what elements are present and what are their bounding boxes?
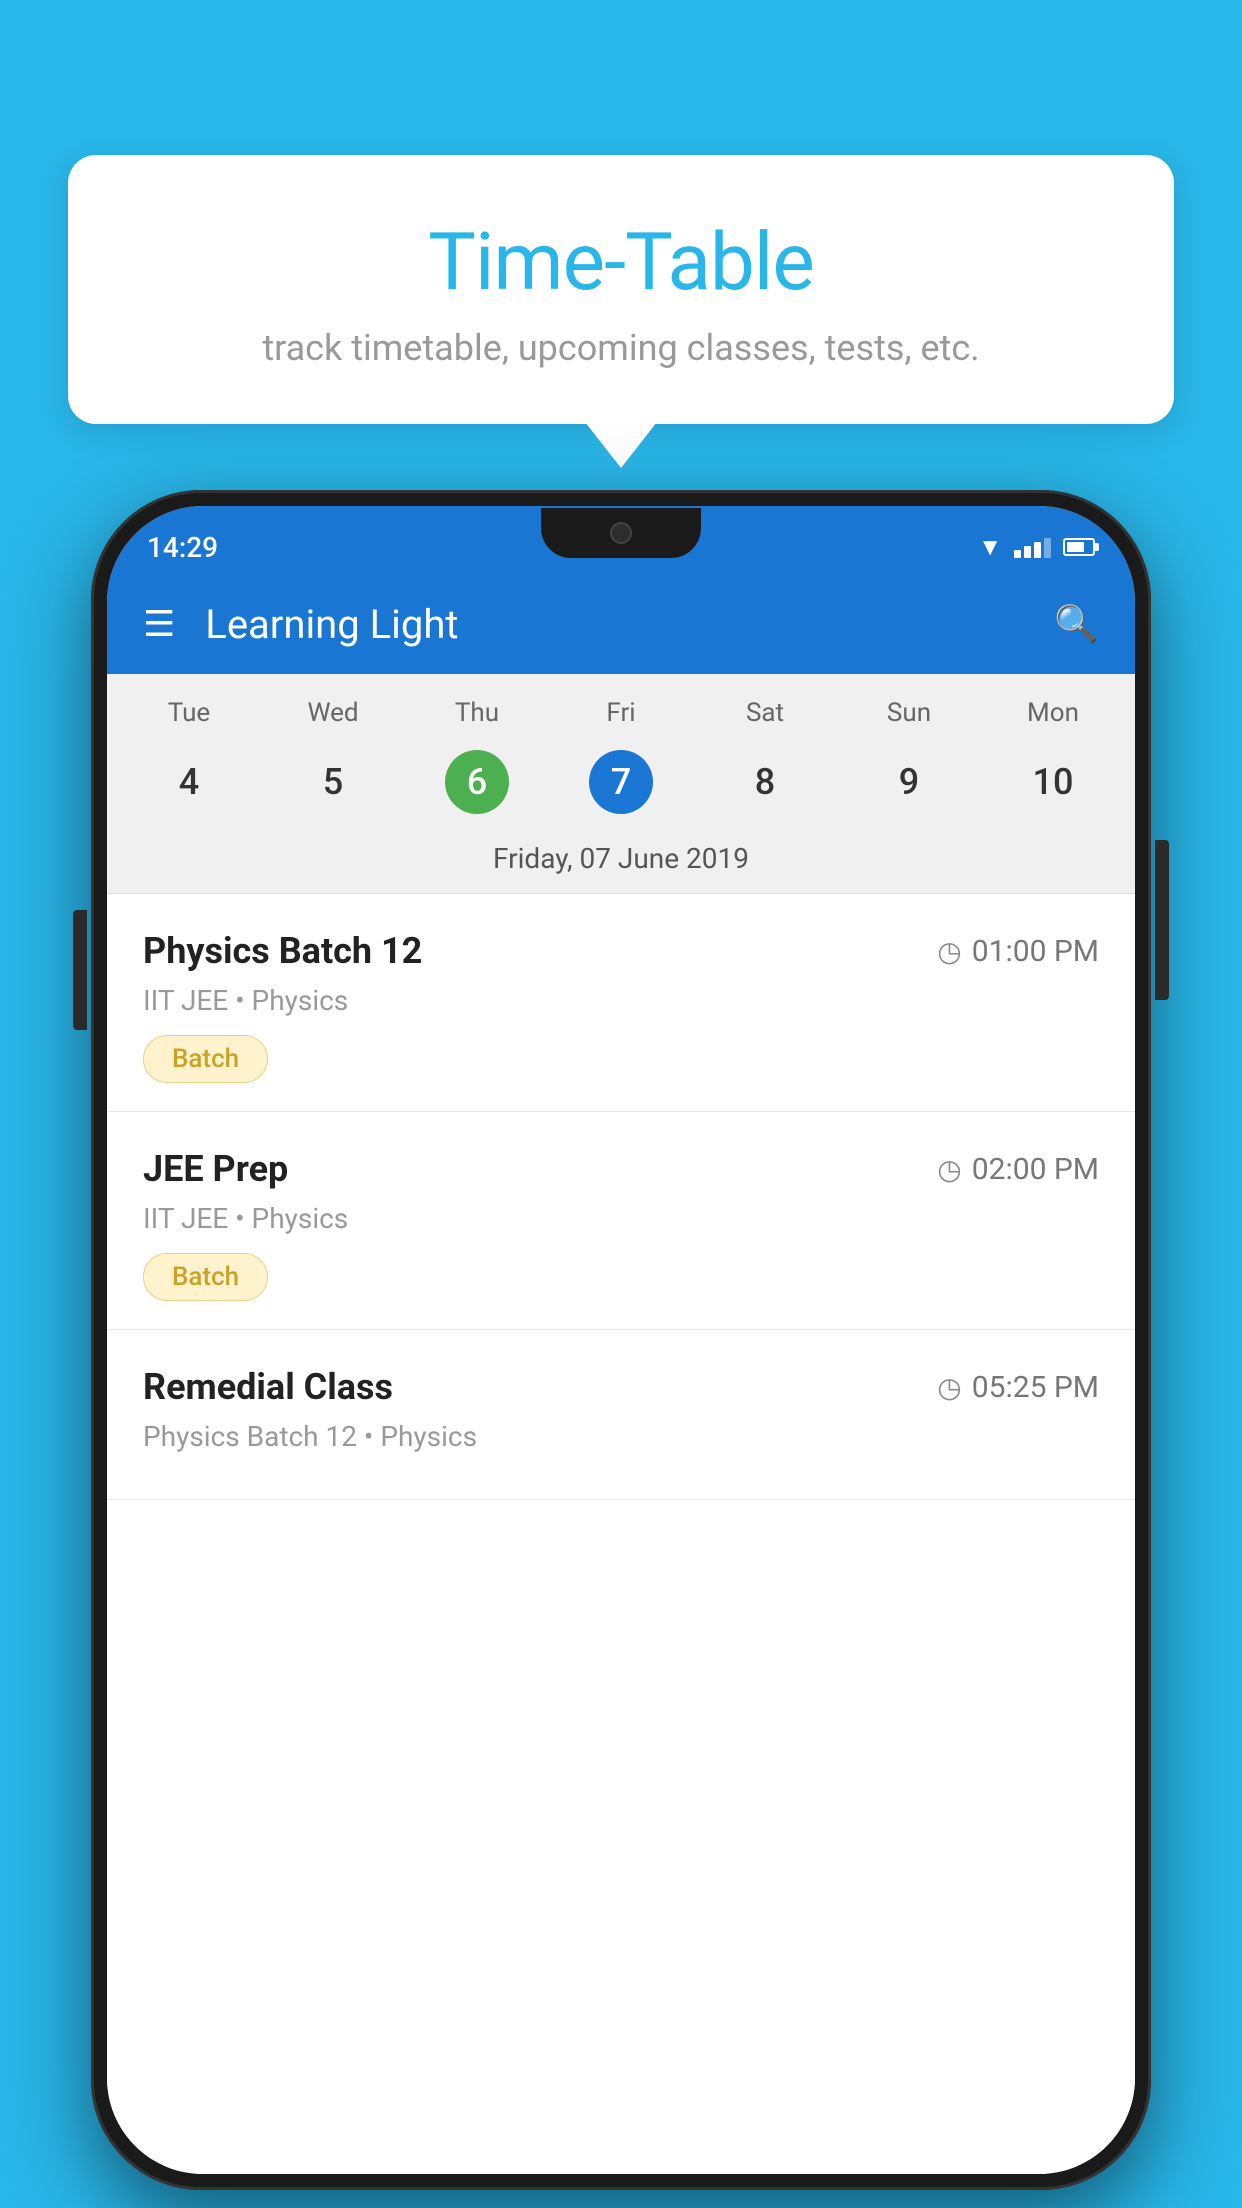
schedule-item-1: Physics Batch 12 ◷ 01:00 PM IIT JEE • Ph… xyxy=(107,894,1135,1112)
schedule-item-3-header: Remedial Class ◷ 05:25 PM xyxy=(143,1366,1099,1408)
schedule-item-2-header: JEE Prep ◷ 02:00 PM xyxy=(143,1148,1099,1190)
days-numbers: 4 5 6 7 8 9 10 xyxy=(107,736,1135,834)
app-title: Learning Light xyxy=(205,601,1054,648)
day-name-sat: Sat xyxy=(693,690,837,736)
day-7-circle[interactable]: 7 xyxy=(589,750,653,814)
day-name-fri: Fri xyxy=(549,690,693,736)
day-name-sun: Sun xyxy=(837,690,981,736)
schedule-item-2-badge: Batch xyxy=(143,1253,268,1301)
days-header: Tue Wed Thu Fri Sat Sun Mon xyxy=(107,674,1135,736)
schedule-item-1-header: Physics Batch 12 ◷ 01:00 PM xyxy=(143,930,1099,972)
day-8[interactable]: 8 xyxy=(693,740,837,824)
tooltip-subtitle: track timetable, upcoming classes, tests… xyxy=(118,327,1124,369)
schedule-item-1-title: Physics Batch 12 xyxy=(143,930,422,972)
schedule-item-1-time-text: 01:00 PM xyxy=(972,934,1099,969)
signal-bars xyxy=(1014,536,1051,558)
day-10[interactable]: 10 xyxy=(981,740,1125,824)
schedule-item-3-subtitle: Physics Batch 12 • Physics xyxy=(143,1420,1099,1453)
day-name-tue: Tue xyxy=(117,690,261,736)
phone-screen: 14:29 ▼ ☰ Learning Light xyxy=(107,506,1135,2174)
day-7[interactable]: 7 xyxy=(549,740,693,824)
clock-icon-3: ◷ xyxy=(937,1371,961,1404)
schedule-item-2-subtitle: IIT JEE • Physics xyxy=(143,1202,1099,1235)
tooltip-card: Time-Table track timetable, upcoming cla… xyxy=(68,155,1174,424)
day-4[interactable]: 4 xyxy=(117,740,261,824)
phone-shell: 14:29 ▼ ☰ Learning Light xyxy=(91,490,1151,2190)
battery-icon xyxy=(1063,538,1095,556)
schedule-item-1-time: ◷ 01:00 PM xyxy=(937,934,1099,969)
day-5[interactable]: 5 xyxy=(261,740,405,824)
calendar-strip: Tue Wed Thu Fri Sat Sun Mon 4 5 6 7 xyxy=(107,674,1135,893)
day-6[interactable]: 6 xyxy=(405,740,549,824)
wifi-icon: ▼ xyxy=(978,533,1002,562)
notch xyxy=(541,508,701,558)
schedule-item-2-title: JEE Prep xyxy=(143,1148,288,1190)
schedule-item-2: JEE Prep ◷ 02:00 PM IIT JEE • Physics Ba… xyxy=(107,1112,1135,1330)
schedule-item-3-time: ◷ 05:25 PM xyxy=(937,1370,1099,1405)
schedule-item-3-title: Remedial Class xyxy=(143,1366,393,1408)
phone-wrapper: 14:29 ▼ ☰ Learning Light xyxy=(91,490,1151,2190)
day-name-thu: Thu xyxy=(405,690,549,736)
schedule-item-2-time-text: 02:00 PM xyxy=(972,1152,1099,1187)
day-6-circle[interactable]: 6 xyxy=(445,750,509,814)
schedule-item-1-subtitle: IIT JEE • Physics xyxy=(143,984,1099,1017)
day-9[interactable]: 9 xyxy=(837,740,981,824)
status-icons: ▼ xyxy=(978,533,1095,562)
day-name-mon: Mon xyxy=(981,690,1125,736)
search-icon[interactable]: 🔍 xyxy=(1054,603,1099,645)
schedule-list: Physics Batch 12 ◷ 01:00 PM IIT JEE • Ph… xyxy=(107,894,1135,2174)
tooltip-title: Time-Table xyxy=(118,215,1124,309)
schedule-item-1-badge: Batch xyxy=(143,1035,268,1083)
clock-icon-1: ◷ xyxy=(937,935,961,968)
hamburger-icon[interactable]: ☰ xyxy=(143,603,175,645)
day-name-wed: Wed xyxy=(261,690,405,736)
selected-date: Friday, 07 June 2019 xyxy=(107,834,1135,893)
schedule-item-3-time-text: 05:25 PM xyxy=(972,1370,1099,1405)
clock-icon-2: ◷ xyxy=(937,1153,961,1186)
schedule-item-2-time: ◷ 02:00 PM xyxy=(937,1152,1099,1187)
app-bar: ☰ Learning Light 🔍 xyxy=(107,574,1135,674)
camera-dot xyxy=(610,522,632,544)
schedule-item-3: Remedial Class ◷ 05:25 PM Physics Batch … xyxy=(107,1330,1135,1500)
